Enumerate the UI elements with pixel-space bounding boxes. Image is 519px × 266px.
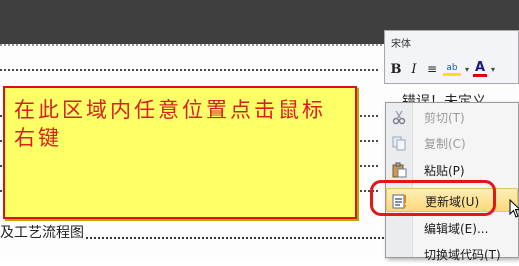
scissors-icon <box>391 109 407 125</box>
highlight-color-button[interactable]: ab <box>443 63 461 76</box>
menu-item-label: 复制(C) <box>424 137 466 151</box>
toc-entry-leader <box>86 237 420 239</box>
menu-item-cut[interactable]: 剪切(T) <box>386 105 518 129</box>
menu-item-label: 剪切(T) <box>424 111 465 125</box>
menu-item-toggle-field-codes[interactable]: 切换域代码(T) <box>386 242 518 266</box>
menu-item-label: 编辑域(E)... <box>424 222 489 236</box>
mouse-cursor-icon <box>509 198 519 219</box>
font-color-button[interactable]: A <box>473 61 488 77</box>
mini-toolbar: 宋体 B I ≡ ab ▾ A ▾ <box>384 30 519 84</box>
toc-entry-text: 及工艺流程图 <box>0 225 84 241</box>
menu-item-paste[interactable]: 粘贴(P) <box>386 158 518 182</box>
menu-item-label: 粘贴(P) <box>424 164 465 178</box>
highlight-ring <box>370 180 496 216</box>
chevron-down-icon[interactable]: ▾ <box>491 65 495 74</box>
chevron-down-icon[interactable]: ▾ <box>465 65 469 74</box>
paste-icon <box>391 162 407 178</box>
menu-item-edit-field[interactable]: 编辑域(E)... <box>386 216 518 240</box>
callout-text: 在此区域内任意位置点击鼠标右键 <box>14 98 326 150</box>
italic-button[interactable]: I <box>407 62 421 77</box>
copy-icon <box>391 135 407 151</box>
toc-leader-line <box>0 69 380 71</box>
bold-button[interactable]: B <box>389 62 403 77</box>
align-center-icon[interactable]: ≡ <box>425 62 439 76</box>
instruction-callout: 在此区域内任意位置点击鼠标右键 <box>3 86 357 219</box>
toc-entry[interactable]: 及工艺流程图 <box>0 224 420 242</box>
font-name-box[interactable]: 宋体 <box>391 35 411 50</box>
menu-item-label: 切换域代码(T) <box>424 248 501 262</box>
menu-item-copy[interactable]: 复制(C) <box>386 131 518 155</box>
